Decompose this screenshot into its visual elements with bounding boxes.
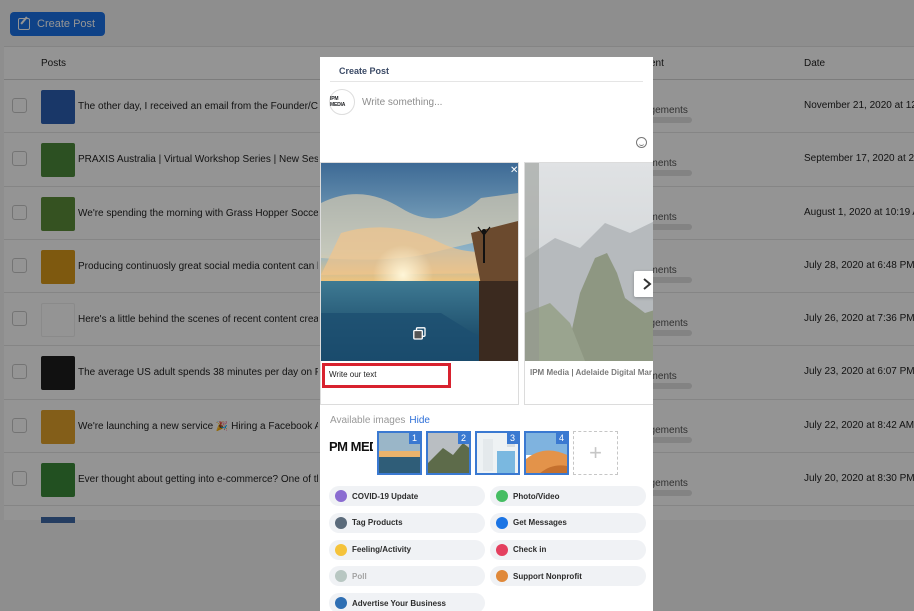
action-label: Advertise Your Business	[352, 598, 446, 608]
action-photo-video[interactable]: Photo/Video	[490, 486, 646, 506]
image-tile-number: 2	[457, 433, 469, 444]
image-tile-number: 3	[506, 433, 518, 444]
action-label: Photo/Video	[513, 491, 560, 501]
available-images-label: Available images	[330, 415, 406, 426]
action-icon	[335, 570, 347, 583]
action-label: Get Messages	[513, 518, 567, 528]
image-tile-number: 1	[408, 433, 420, 444]
emoji-icon[interactable]	[636, 137, 647, 148]
card-headline-input[interactable]: Write our text	[322, 363, 451, 388]
action-icon	[496, 516, 508, 529]
action-label: Tag Products	[352, 518, 403, 528]
action-label: Poll	[352, 571, 367, 581]
multiple-media-icon	[413, 327, 426, 340]
image-tile-number: 4	[555, 433, 567, 444]
action-label: Check in	[513, 545, 547, 555]
action-icon	[496, 543, 508, 556]
create-post-modal: Create Post IPM MEDIA Write something...	[320, 57, 653, 611]
close-icon[interactable]: ✕	[510, 165, 518, 176]
action-label: Feeling/Activity	[352, 545, 412, 555]
action-feeling-activity[interactable]: Feeling/Activity	[329, 539, 485, 560]
action-covid-19-update[interactable]: COVID-19 Update	[329, 486, 485, 506]
image-tile-4[interactable]: 4	[524, 431, 569, 475]
action-support-nonprofit[interactable]: Support Nonprofit	[490, 566, 646, 587]
action-get-messages[interactable]: Get Messages	[490, 512, 646, 533]
image-tile-1[interactable]: 1	[377, 431, 422, 475]
action-icon	[335, 490, 347, 502]
action-icon	[335, 516, 347, 529]
action-tag-products[interactable]: Tag Products	[329, 512, 485, 533]
logo-image-tile[interactable]: PM MEDI	[329, 439, 373, 467]
modal-title: Create Post	[339, 66, 390, 76]
carousel-next-button[interactable]	[634, 271, 653, 297]
action-label: Support Nonprofit	[513, 571, 582, 581]
hide-link[interactable]: Hide	[409, 415, 430, 426]
divider	[330, 81, 643, 82]
action-label: COVID-19 Update	[352, 491, 419, 501]
image-tile-3[interactable]: 3	[475, 431, 520, 475]
action-icon	[496, 570, 508, 583]
chevron-right-icon	[643, 278, 652, 290]
image-tile-2[interactable]: 2	[426, 431, 471, 475]
available-images-row: Available images Hide	[330, 415, 430, 426]
action-icon	[496, 490, 508, 502]
action-poll[interactable]: Poll	[329, 566, 485, 587]
action-icon	[335, 543, 347, 556]
avatar: IPM MEDIA	[329, 89, 355, 115]
add-image-button[interactable]: +	[573, 431, 618, 475]
carousel-card-1[interactable]: ✕ Write our text	[320, 162, 519, 405]
compose-input[interactable]: Write something...	[362, 97, 442, 108]
action-check-in[interactable]: Check in	[490, 539, 646, 560]
action-icon	[335, 597, 347, 610]
action-advertise-your-business[interactable]: Advertise Your Business	[329, 593, 485, 611]
